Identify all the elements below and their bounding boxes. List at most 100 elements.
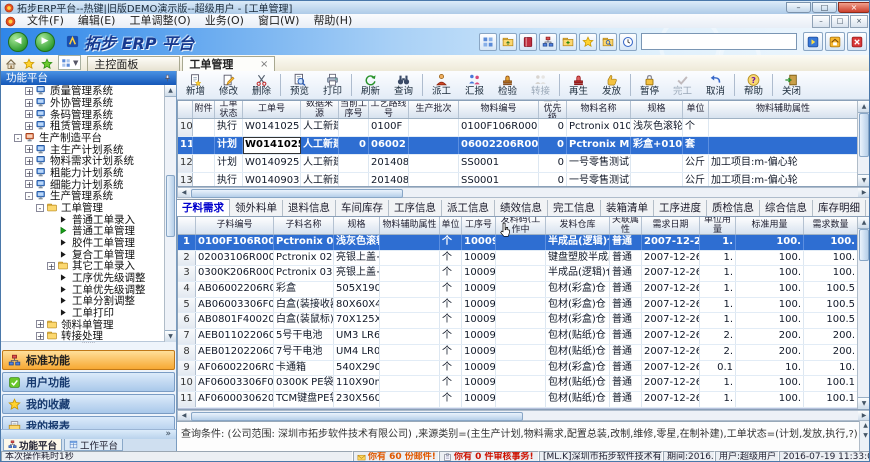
scroll-thumb[interactable] <box>859 113 869 157</box>
sidebar-panel-button[interactable]: 标准功能 <box>2 350 175 370</box>
detail-tab[interactable]: 派工信息 <box>442 200 495 216</box>
query-scrollbar[interactable]: ▲▼ <box>859 421 870 451</box>
column-header[interactable]: 物料名称 <box>567 101 631 118</box>
column-header[interactable]: 工序号 <box>462 217 496 234</box>
table-row[interactable]: 7AEB0110220600005号干电池UM3 LR6 AA个10009包材(… <box>178 329 870 345</box>
toolbar-button-issue[interactable]: 发放 <box>595 73 628 97</box>
column-header[interactable]: 关联属性 <box>610 217 642 234</box>
folder-add-button[interactable] <box>559 33 577 51</box>
sidebar-tab[interactable]: 功能平台 <box>3 439 62 451</box>
table-row[interactable]: 10执行W014102500009人工新建0100F0100F106R00000… <box>178 119 870 137</box>
expand-icon[interactable]: + <box>36 320 44 328</box>
expand-icon[interactable]: + <box>25 169 33 177</box>
detail-tab[interactable]: 退料信息 <box>283 200 336 216</box>
column-header[interactable]: 需求数量 <box>804 217 858 234</box>
document-tab[interactable]: 工单管理× <box>182 56 275 71</box>
detail-tab[interactable]: 质检信息 <box>707 200 760 216</box>
detail-tab[interactable]: 领外料单 <box>230 200 283 216</box>
detail-tab[interactable]: 子料需求 <box>177 199 230 216</box>
notebook-button[interactable] <box>519 33 537 51</box>
column-header[interactable] <box>178 101 193 118</box>
expand-icon[interactable]: + <box>25 145 33 153</box>
close-button[interactable]: × <box>838 2 870 13</box>
splitter-handle[interactable]: ······· <box>1 342 176 346</box>
vertical-scrollbar[interactable]: ▲▼ <box>857 101 870 186</box>
forward-button[interactable]: ▶ <box>35 32 55 52</box>
menu-item[interactable]: 帮助(H) <box>306 14 359 27</box>
pin-icon[interactable] <box>163 74 172 83</box>
column-header[interactable]: 数据来源 <box>301 101 339 118</box>
column-header[interactable]: 附件 <box>193 101 215 118</box>
exit-button[interactable] <box>847 32 867 51</box>
expand-icon[interactable]: + <box>36 332 44 340</box>
scroll-right-icon[interactable]: ▶ <box>858 188 870 197</box>
collapse-icon[interactable]: - <box>25 192 33 200</box>
column-header[interactable]: 规格 <box>334 217 380 234</box>
toolbar-button-cut[interactable]: 删除 <box>245 73 278 97</box>
minimize-button[interactable]: – <box>786 2 811 13</box>
scroll-up-icon[interactable]: ▲ <box>858 217 870 229</box>
folder-find-button[interactable] <box>599 33 617 51</box>
table-row[interactable]: 10AF06003306F00500300K PE袋110X90mm.个1000… <box>178 376 870 392</box>
expand-icon[interactable]: + <box>47 262 55 270</box>
menu-item[interactable]: 窗口(W) <box>251 14 306 27</box>
vertical-scrollbar[interactable]: ▲▼ <box>857 217 870 409</box>
favorites-star-icon[interactable] <box>23 58 35 70</box>
detail-tab[interactable]: 绩效信息 <box>495 200 548 216</box>
column-header[interactable]: 工单号 <box>243 101 301 118</box>
column-header[interactable]: 发料仓库 <box>546 217 610 234</box>
org-chart-button[interactable] <box>539 33 557 51</box>
mdi-close-button[interactable]: × <box>850 15 868 28</box>
column-header[interactable]: 工单优先 级 <box>539 101 567 118</box>
toolbar-button-edit[interactable]: 修改 <box>212 73 245 97</box>
table-row[interactable]: 5AB06003306F0020白盒(装接收器)80X60X40mm个10009… <box>178 298 870 314</box>
scroll-right-icon[interactable]: ▶ <box>858 411 870 420</box>
toolbar-button-help[interactable]: ?帮助 <box>737 73 770 97</box>
expand-icon[interactable]: + <box>25 122 33 130</box>
scroll-thumb[interactable] <box>166 175 175 237</box>
sidebar-panel-button[interactable]: 我的收藏 <box>2 394 175 414</box>
chevron-more-icon[interactable]: » <box>165 429 171 439</box>
scroll-up-icon[interactable]: ▲ <box>858 101 870 113</box>
scroll-down-icon[interactable]: ▼ <box>858 397 870 409</box>
column-header[interactable]: 标准用量 <box>736 217 804 234</box>
grid-panel-button[interactable] <box>479 33 497 51</box>
expand-icon[interactable]: + <box>25 110 33 118</box>
toolbar-button-close-door[interactable]: 关闭 <box>775 73 808 97</box>
menu-item[interactable]: 文件(F) <box>20 14 71 27</box>
toolbar-button-inspect[interactable]: 检验 <box>491 73 524 97</box>
toolbar-button-report-chart[interactable]: 汇报 <box>458 73 491 97</box>
menu-item[interactable]: 编辑(E) <box>71 14 123 27</box>
column-header[interactable]: 规格 <box>631 101 683 118</box>
column-header[interactable]: 生产批次 <box>409 101 459 118</box>
table-row[interactable]: 202003106R0000Pctronix 02003亮银上盖+银个10009… <box>178 251 870 267</box>
toolbar-button-complete[interactable]: 完工 <box>666 73 699 97</box>
detail-tab[interactable]: 综合信息 <box>760 200 813 216</box>
table-row[interactable]: 30300K206R0000Pctronix 0300K亮银上盖+黑个10009… <box>178 266 870 282</box>
expand-icon[interactable]: + <box>25 99 33 107</box>
star-yellow-button[interactable] <box>579 33 597 51</box>
column-header[interactable]: 子料名称 <box>274 217 334 234</box>
column-header[interactable]: 物料辅助属性 <box>380 217 440 234</box>
scroll-thumb[interactable] <box>859 229 869 261</box>
toolbar-button-regen[interactable]: 再生 <box>562 73 595 97</box>
add-favorite-icon[interactable] <box>41 58 53 70</box>
mdi-minimize-button[interactable]: – <box>812 15 830 28</box>
close-tab-icon[interactable]: × <box>260 57 268 71</box>
detail-tab[interactable]: 库存明细 <box>813 200 866 216</box>
column-header[interactable]: 物料辅助属性 <box>709 101 858 118</box>
table-row[interactable]: 4AB06002206R0010彩盒505X190X50个10009包材(彩盒)… <box>178 282 870 298</box>
table-row[interactable]: 13执行W014090300001人工新建20140829CSS00010一号零… <box>178 173 870 187</box>
toolbar-button-print[interactable]: 打印 <box>316 73 349 97</box>
scroll-thumb[interactable] <box>191 189 403 198</box>
toolbar-button-new-doc[interactable]: 新增 <box>179 73 212 97</box>
expand-icon[interactable]: + <box>25 157 33 165</box>
table-row[interactable]: 11计划W014102500008人工新建00600206002206R0000… <box>178 137 870 155</box>
orders-horizontal-scrollbar[interactable]: ◀ ▶ <box>177 187 870 198</box>
table-row[interactable]: 12计划W014092500001人工新建20140829CSS00010一号零… <box>178 155 870 173</box>
column-header[interactable]: 工艺路线 号 <box>369 101 409 118</box>
toolbar-button-transfer[interactable]: 转接 <box>524 73 557 97</box>
sidebar-panel-button[interactable]: 用户功能 <box>2 372 175 392</box>
table-row[interactable]: 6AB0801F40020010白盒(装鼠标)70X125X40m个10009包… <box>178 313 870 329</box>
toolbar-button-pause[interactable]: 暂停 <box>633 73 666 97</box>
